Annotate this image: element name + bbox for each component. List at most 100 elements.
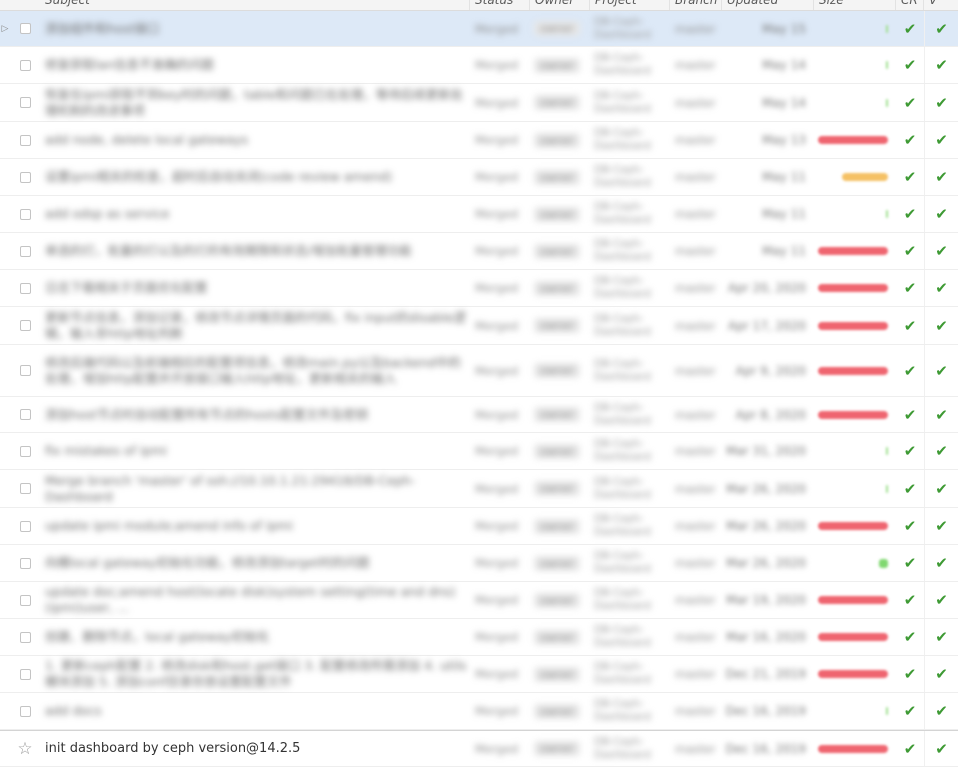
checkbox-icon[interactable] — [10, 11, 40, 46]
owner-cell[interactable]: owner — [530, 656, 590, 692]
owner-cell[interactable]: owner — [530, 731, 590, 766]
project-cell[interactable]: DB-Ceph-Dashboard — [590, 11, 670, 46]
table-row[interactable]: add odsp as service Merged owner DB-Ceph-Da… — [0, 196, 958, 233]
header-owner[interactable]: Owner — [530, 0, 590, 10]
checkbox-icon[interactable] — [10, 345, 40, 396]
subject-cell[interactable]: 添加host节点时自动配置所有节点的hosts配置文件及密钥 — [40, 397, 470, 432]
branch-cell[interactable]: master — [670, 397, 722, 432]
project-cell[interactable]: DB-Ceph-Dashboard — [590, 270, 670, 306]
owner-cell[interactable]: owner — [530, 693, 590, 729]
table-row[interactable]: 恢复在ipmi获取不到key时的问题，table和问题已在处理，等待后续更新处理… — [0, 84, 958, 122]
subject-text[interactable]: 设置ipmi相关的检查，超时后自动关闭(code review amend) — [45, 169, 392, 185]
table-row[interactable]: 修改后端代码以及前端相应的配置项信息，修改main.py以及backend中的处… — [0, 345, 958, 397]
subject-text[interactable]: 向模local gateway初始化功能，修改添加target时的问题 — [45, 555, 370, 571]
project-cell[interactable]: DB-Ceph-Dashboard — [590, 345, 670, 396]
header-project[interactable]: Project — [590, 0, 670, 10]
project-cell[interactable]: DB-Ceph-Dashboard — [590, 508, 670, 544]
owner-badge[interactable]: owner — [534, 629, 580, 645]
project-cell[interactable]: DB-Ceph-Dashboard — [590, 307, 670, 344]
owner-badge[interactable]: owner — [534, 518, 580, 534]
subject-text[interactable]: 1. 更新ceph配置 2. 修改disk和host.get接口 3. 配置修改… — [45, 658, 470, 690]
subject-cell[interactable]: Merge branch 'master' of ssh://10.10.1.2… — [40, 470, 470, 507]
subject-text[interactable]: 恢复在ipmi获取不到key时的问题，table和问题已在处理，等待后续更新处理… — [45, 87, 470, 119]
owner-cell[interactable]: owner — [530, 196, 590, 232]
table-row[interactable]: 1. 更新ceph配置 2. 修改disk和host.get接口 3. 配置修改… — [0, 656, 958, 693]
subject-text[interactable]: 单选的灯，批量的灯以及的灯的有效期限和状态/增加批量管理功能 — [45, 243, 412, 259]
subject-text[interactable]: 添加host节点时自动配置所有节点的hosts配置文件及密钥 — [45, 407, 368, 423]
subject-text[interactable]: update ipmi module;amend info of ipmi — [45, 518, 293, 534]
checkbox-icon[interactable] — [10, 397, 40, 432]
checkbox-icon[interactable] — [10, 47, 40, 83]
project-cell[interactable]: DB-Ceph-Dashboard — [590, 47, 670, 83]
owner-cell[interactable]: owner — [530, 270, 590, 306]
checkbox-icon[interactable] — [10, 470, 40, 507]
subject-cell[interactable]: 修复获取lan信息不准确的问题 — [40, 47, 470, 83]
project-cell[interactable]: DB-Ceph-Dashboard — [590, 545, 670, 581]
subject-cell[interactable]: 创建、删除节点，local gateway初始化 — [40, 619, 470, 655]
project-cell[interactable]: DB-Ceph-Dashboard — [590, 397, 670, 432]
branch-cell[interactable]: master — [670, 470, 722, 507]
owner-badge[interactable]: owner — [534, 57, 580, 73]
owner-cell[interactable]: owner — [530, 619, 590, 655]
owner-badge[interactable]: owner — [534, 555, 580, 571]
branch-cell[interactable]: master — [670, 233, 722, 269]
subject-cell[interactable]: 向模local gateway初始化功能，修改添加target时的问题 — [40, 545, 470, 581]
subject-cell[interactable]: update doc;amend host(locate disk)system… — [40, 582, 470, 618]
subject-cell[interactable]: 更新节点信息，添加记录，修改节点详情页面的代码，fix input的disabl… — [40, 307, 470, 344]
project-cell[interactable]: DB-Ceph-Dashboard — [590, 470, 670, 507]
project-cell[interactable]: DB-Ceph-Dashboard — [590, 84, 670, 121]
project-cell[interactable]: DB-Ceph-Dashboard — [590, 122, 670, 158]
subject-text[interactable]: 修改后端代码以及前端相应的配置项信息，修改main.py以及backend中的处… — [45, 355, 470, 387]
project-cell[interactable]: DB-Ceph-Dashboard — [590, 159, 670, 195]
owner-badge[interactable]: owner — [534, 206, 580, 222]
project-cell[interactable]: DB-Ceph-Dashboard — [590, 731, 670, 766]
table-row[interactable]: 设置ipmi相关的检查，超时后自动关闭(code review amend) Me… — [0, 159, 958, 196]
owner-badge[interactable]: owner — [534, 443, 580, 459]
checkbox-icon[interactable] — [10, 122, 40, 158]
owner-badge[interactable]: owner — [534, 169, 580, 185]
table-row[interactable]: 添加host节点时自动配置所有节点的hosts配置文件及密钥 Merged owne… — [0, 397, 958, 433]
owner-badge[interactable]: owner — [534, 703, 580, 719]
checkbox-icon[interactable] — [10, 433, 40, 469]
owner-cell[interactable]: owner — [530, 397, 590, 432]
subject-cell[interactable]: add node, delete local gateways — [40, 122, 470, 158]
branch-cell[interactable]: master — [670, 11, 722, 46]
project-cell[interactable]: DB-Ceph-Dashboard — [590, 693, 670, 729]
project-cell[interactable]: DB-Ceph-Dashboard — [590, 196, 670, 232]
subject-text[interactable]: 修复获取lan信息不准确的问题 — [45, 57, 214, 73]
subject-cell[interactable]: 修改后端代码以及前端相应的配置项信息，修改main.py以及backend中的处… — [40, 345, 470, 396]
subject-cell[interactable]: 单选的灯，批量的灯以及的灯的有效期限和状态/增加批量管理功能 — [40, 233, 470, 269]
branch-cell[interactable]: master — [670, 582, 722, 618]
project-cell[interactable]: DB-Ceph-Dashboard — [590, 619, 670, 655]
table-row[interactable]: 更新节点信息，添加记录，修改节点详情页面的代码，fix input的disabl… — [0, 307, 958, 345]
branch-cell[interactable]: master — [670, 656, 722, 692]
project-cell[interactable]: DB-Ceph-Dashboard — [590, 582, 670, 618]
header-v[interactable]: V — [924, 0, 958, 10]
table-row[interactable]: add docs Merged owner DB-Ceph-Dashboard mast… — [0, 693, 958, 730]
subject-cell[interactable]: update ipmi module;amend info of ipmi — [40, 508, 470, 544]
owner-badge[interactable]: owner — [534, 363, 580, 378]
owner-cell[interactable]: owner — [530, 84, 590, 121]
star-icon[interactable]: ☆ — [10, 731, 40, 766]
project-cell[interactable]: DB-Ceph-Dashboard — [590, 233, 670, 269]
branch-cell[interactable]: master — [670, 307, 722, 344]
branch-cell[interactable]: master — [670, 122, 722, 158]
header-branch[interactable]: Branch — [670, 0, 722, 10]
subject-cell[interactable]: 设置ipmi相关的检查，超时后自动关闭(code review amend) — [40, 159, 470, 195]
checkbox-icon[interactable] — [10, 656, 40, 692]
checkbox-icon[interactable] — [10, 196, 40, 232]
owner-cell[interactable]: owner — [530, 307, 590, 344]
subject-cell[interactable]: 日志下载相关于页面优化配置 — [40, 270, 470, 306]
subject-cell[interactable]: 添加组件和host接口 — [40, 11, 470, 46]
owner-badge[interactable]: owner — [534, 280, 580, 296]
table-row[interactable]: ▷ 添加组件和host接口 Merged owner DB-Ceph-Dashboard… — [0, 11, 958, 47]
owner-badge[interactable]: owner — [534, 592, 580, 608]
owner-cell[interactable]: owner — [530, 433, 590, 469]
owner-badge[interactable]: owner — [534, 132, 580, 148]
owner-badge[interactable]: owner — [534, 95, 580, 110]
subject-text[interactable]: add node, delete local gateways — [45, 132, 248, 148]
expand-arrow-icon[interactable]: ▷ — [0, 11, 10, 46]
owner-cell[interactable]: owner — [530, 47, 590, 83]
header-cr[interactable]: CR — [896, 0, 924, 10]
table-row[interactable]: add node, delete local gateways Merged own… — [0, 122, 958, 159]
